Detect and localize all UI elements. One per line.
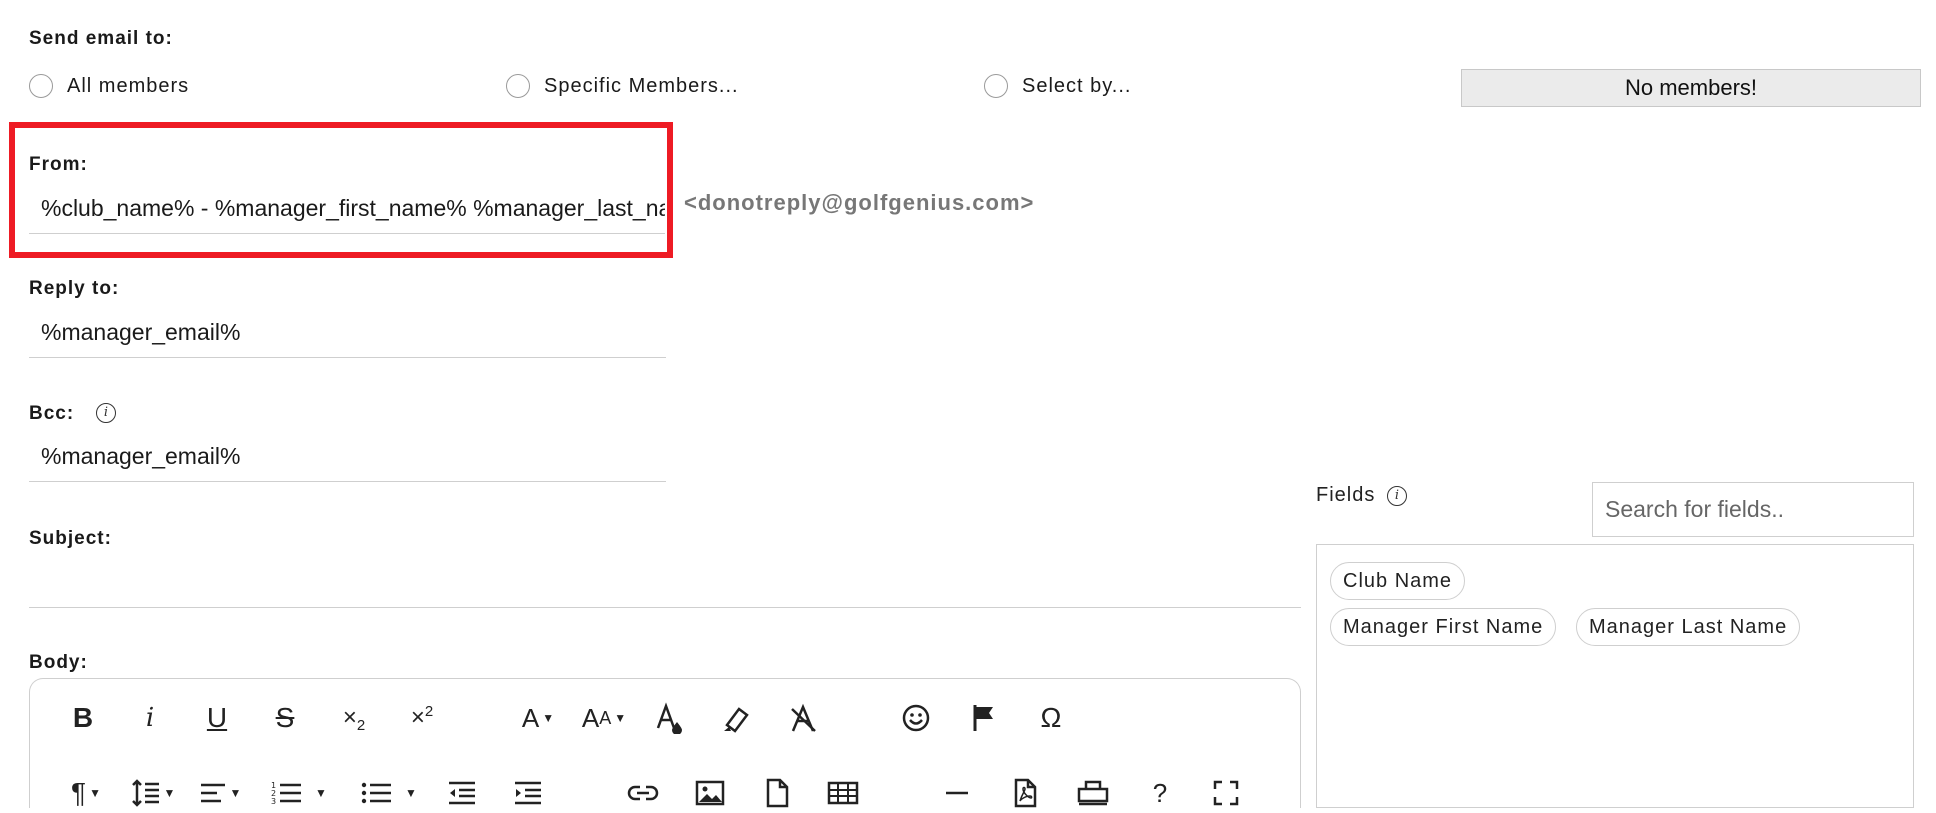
radio-label-specific-members: Specific Members... — [544, 74, 739, 97]
from-label: From: — [29, 154, 88, 175]
radio-circle[interactable] — [29, 74, 53, 98]
italic-icon[interactable]: i — [138, 698, 162, 738]
radio-label-all-members: All members — [67, 74, 190, 97]
indent-icon[interactable] — [512, 773, 544, 813]
from-email-suffix: <donotreply@golfgenius.com> — [684, 190, 1035, 215]
from-input[interactable]: %club_name% - %manager_first_name% %mana… — [29, 190, 665, 234]
fields-search-input[interactable]: Search for fields.. — [1592, 482, 1914, 537]
ordered-list-icon[interactable]: 1 2 3 ▼ — [264, 773, 334, 813]
field-chip-manager-first-name[interactable]: Manager First Name — [1330, 608, 1557, 646]
bcc-label: Bcc: — [29, 403, 75, 424]
fields-info-icon[interactable]: i — [1387, 486, 1407, 506]
no-members-button[interactable]: No members! — [1461, 69, 1921, 107]
underline-icon[interactable]: U — [202, 698, 232, 738]
pdf-icon[interactable] — [1012, 773, 1038, 813]
font-family-icon[interactable]: A ▼ — [516, 698, 560, 738]
radio-circle[interactable] — [984, 74, 1008, 98]
radio-select-by[interactable]: Select by... — [984, 74, 1131, 98]
outdent-icon[interactable] — [446, 773, 478, 813]
paragraph-format-icon[interactable]: ¶ ▼ — [64, 773, 108, 813]
reply-to-label: Reply to: — [29, 278, 120, 299]
radio-circle[interactable] — [506, 74, 530, 98]
field-chip-manager-last-name[interactable]: Manager Last Name — [1576, 608, 1801, 646]
insert-file-icon[interactable] — [764, 773, 790, 813]
insert-table-icon[interactable] — [826, 773, 860, 813]
radio-label-select-by: Select by... — [1022, 74, 1132, 97]
bcc-input[interactable]: %manager_email% — [29, 438, 666, 482]
svg-text:3: 3 — [271, 797, 276, 806]
reply-to-input[interactable]: %manager_email% — [29, 314, 666, 358]
insert-link-icon[interactable] — [626, 773, 660, 813]
horizontal-line-icon[interactable] — [944, 773, 970, 813]
background-color-icon[interactable] — [720, 698, 752, 738]
emoticons-icon[interactable] — [900, 698, 932, 738]
text-color-icon[interactable] — [654, 698, 684, 738]
special-characters-icon[interactable]: Ω — [1036, 698, 1066, 738]
insert-image-icon[interactable] — [694, 773, 726, 813]
print-icon[interactable] — [1076, 773, 1110, 813]
radio-all-members[interactable]: All members — [29, 74, 189, 98]
help-icon[interactable]: ? — [1150, 773, 1170, 813]
fields-label: Fields — [1316, 484, 1376, 506]
unordered-list-icon[interactable]: ▼ — [354, 773, 424, 813]
font-size-icon[interactable]: A A ▼ — [578, 698, 630, 738]
subject-input[interactable] — [29, 562, 1301, 608]
flag-icon[interactable] — [970, 698, 998, 738]
body-label: Body: — [29, 652, 88, 673]
subscript-icon[interactable]: × 2 — [336, 698, 372, 738]
clear-formatting-icon[interactable] — [788, 698, 818, 738]
bold-icon[interactable]: B — [68, 698, 98, 738]
align-icon[interactable]: ▼ — [194, 773, 246, 813]
superscript-icon[interactable]: × 2 — [404, 698, 440, 738]
subject-label: Subject: — [29, 528, 112, 549]
fullscreen-icon[interactable] — [1212, 773, 1240, 813]
send-to-label: Send email to: — [29, 28, 173, 49]
bcc-info-icon[interactable]: i — [96, 403, 116, 423]
radio-specific-members[interactable]: Specific Members... — [506, 74, 739, 98]
line-height-icon[interactable]: ▼ — [126, 773, 180, 813]
strikethrough-icon[interactable]: S — [270, 698, 300, 738]
field-chip-club-name[interactable]: Club Name — [1330, 562, 1466, 600]
